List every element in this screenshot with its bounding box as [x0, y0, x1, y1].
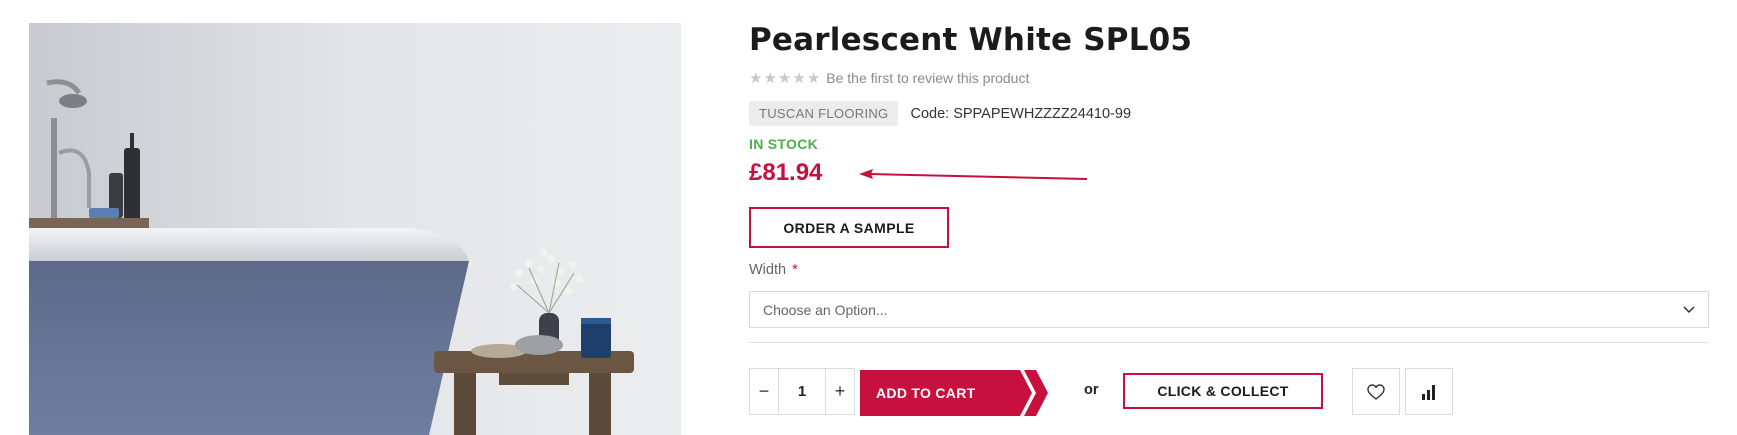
add-to-wishlist-button[interactable]: [1352, 368, 1400, 415]
quantity-stepper: − 1 +: [749, 368, 855, 415]
add-to-cart-label: ADD TO CART: [876, 385, 976, 401]
product-code-label: Code:: [910, 105, 950, 122]
rating-stars: ★ ★ ★ ★ ★: [749, 71, 820, 86]
star-icon: ★: [749, 69, 763, 87]
width-select[interactable]: Choose an Option...: [749, 291, 1709, 328]
order-sample-button[interactable]: ORDER A SAMPLE: [749, 207, 949, 248]
chevron-down-icon: [1683, 305, 1695, 313]
stock-status: IN STOCK: [749, 136, 819, 152]
quantity-decrease-button[interactable]: −: [750, 369, 778, 414]
add-to-cart-button[interactable]: ADD TO CART: [860, 370, 1050, 416]
product-meta: TUSCAN FLOORING Code: SPPAPEWHZZZZ24410-…: [749, 101, 1131, 126]
bar-chart-icon: [1422, 384, 1435, 400]
first-review-link[interactable]: Be the first to review this product: [826, 70, 1029, 86]
rating-summary: ★ ★ ★ ★ ★ Be the first to review this pr…: [749, 70, 1029, 86]
star-icon: ★: [763, 69, 777, 87]
quantity-increase-button[interactable]: +: [826, 369, 854, 414]
product-title: Pearlescent White SPL05: [749, 22, 1193, 58]
heart-icon: [1367, 383, 1385, 400]
product-info: Pearlescent White SPL05 ★ ★ ★ ★ ★ Be the…: [749, 0, 1709, 435]
star-icon: ★: [792, 69, 806, 87]
star-icon: ★: [806, 69, 821, 87]
required-marker: *: [792, 262, 798, 278]
star-icon: ★: [777, 69, 792, 87]
add-to-compare-button[interactable]: [1405, 368, 1453, 415]
annotation-arrow: [859, 169, 1088, 180]
divider: [749, 342, 1709, 343]
bathroom-scene-illustration: [29, 23, 681, 435]
brand-badge[interactable]: TUSCAN FLOORING: [749, 101, 899, 126]
click-and-collect-button[interactable]: CLICK & COLLECT: [1123, 373, 1323, 409]
width-option-label: Width *: [749, 262, 798, 278]
product-price: £81.94: [749, 159, 823, 186]
width-label-text: Width: [749, 262, 787, 278]
product-image[interactable]: [29, 23, 681, 435]
product-code: Code: SPPAPEWHZZZZ24410-99: [910, 106, 1131, 122]
or-separator: or: [1084, 382, 1099, 398]
width-select-value: Choose an Option...: [763, 301, 888, 318]
quantity-input[interactable]: 1: [778, 369, 826, 414]
product-code-value: SPPAPEWHZZZZ24410-99: [953, 105, 1132, 122]
